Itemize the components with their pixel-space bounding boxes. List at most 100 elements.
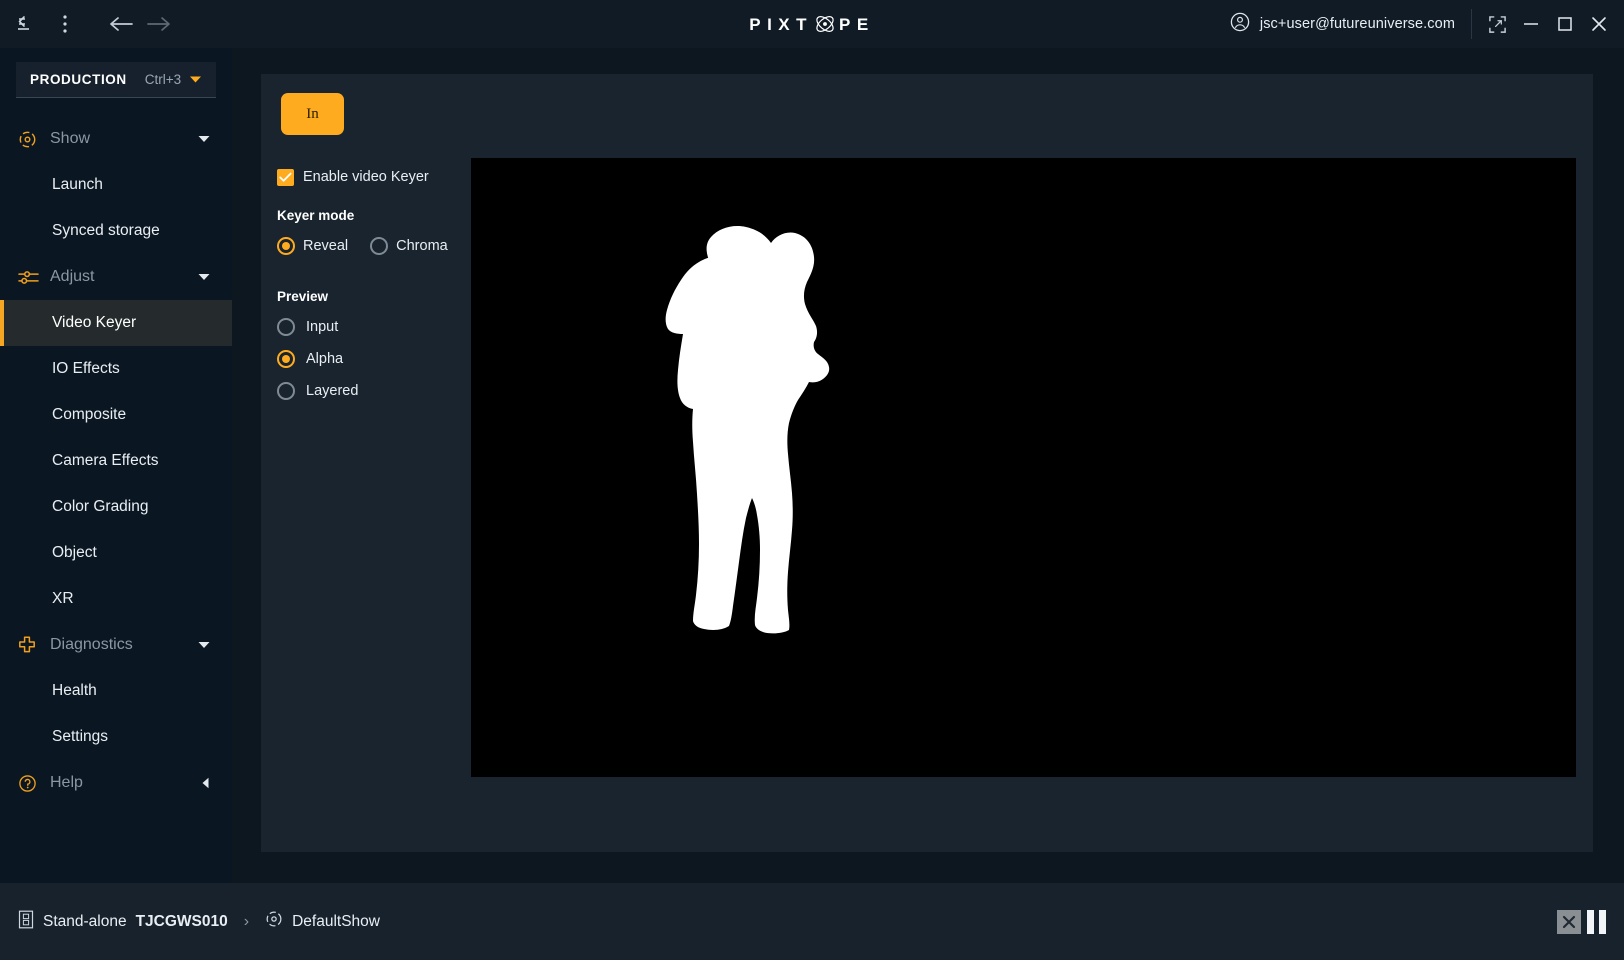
- chevron-down-icon[interactable]: [198, 641, 210, 649]
- sliders-icon: [18, 268, 44, 287]
- sidebar-item-label: Camera Effects: [52, 452, 159, 469]
- preview-title: Preview: [277, 289, 329, 304]
- production-shortcut: Ctrl+3: [144, 72, 182, 87]
- logo-text-right: PE: [839, 14, 875, 34]
- sidebar-group-label: Adjust: [50, 268, 95, 285]
- sidebar-item-label: Synced storage: [52, 222, 160, 239]
- keyer-mode-title: Keyer mode: [277, 208, 355, 223]
- chevron-down-icon[interactable]: [198, 273, 210, 281]
- sidebar-item-health[interactable]: Health: [0, 668, 232, 714]
- sidebar-group-label: Diagnostics: [50, 636, 133, 653]
- sidebar-nav: Show Launch Synced storage Adjust Video …: [0, 116, 232, 806]
- sidebar-item-label: Health: [52, 682, 97, 699]
- status-mode-label: Stand-alone: [43, 912, 127, 930]
- sidebar-item-label: XR: [52, 590, 74, 607]
- radio-reveal[interactable]: Reveal: [277, 237, 348, 255]
- sidebar-item-label: IO Effects: [52, 360, 120, 377]
- chevron-left-icon[interactable]: [201, 777, 210, 789]
- radio-chroma[interactable]: Chroma: [370, 237, 448, 255]
- sidebar-group-label: Show: [50, 130, 91, 147]
- title-bar-right-controls: jsc+user@futureuniverse.com: [1230, 0, 1624, 48]
- breadcrumb-separator: ›: [243, 912, 250, 930]
- minimize-icon[interactable]: [1516, 9, 1546, 39]
- title-bar-left-controls: [0, 0, 178, 48]
- radio-layered[interactable]: Layered: [277, 382, 467, 400]
- sidebar-item-camera-effects[interactable]: Camera Effects: [0, 438, 232, 484]
- radio-dot-icon: [370, 237, 389, 255]
- sidebar-item-label: Object: [52, 544, 97, 561]
- preview-section: Preview Input Alpha Layered: [277, 289, 467, 400]
- show-icon: [18, 130, 44, 149]
- in-tab-button[interactable]: In: [281, 93, 344, 135]
- pause-icon[interactable]: [1587, 909, 1606, 934]
- server-icon: [18, 910, 34, 934]
- show-icon: [265, 910, 283, 933]
- checkbox-checked-icon: [277, 168, 294, 186]
- keyer-mode-radio-group: Reveal Chroma: [277, 237, 467, 255]
- radio-input[interactable]: Input: [277, 318, 467, 336]
- logo-text-left: PIX: [749, 14, 797, 34]
- sidebar-item-object[interactable]: Object: [0, 530, 232, 576]
- sidebar-item-color-grading[interactable]: Color Grading: [0, 484, 232, 530]
- collapse-sidebar-icon[interactable]: [8, 5, 46, 43]
- sidebar-item-launch[interactable]: Launch: [0, 162, 232, 208]
- radio-dot-icon: [277, 237, 295, 255]
- radio-alpha[interactable]: Alpha: [277, 350, 467, 368]
- sidebar-item-xr[interactable]: XR: [0, 576, 232, 622]
- app-window: PIX T PE jsc+user@futureuniverse.com PRO…: [0, 0, 1624, 960]
- production-selector[interactable]: PRODUCTION Ctrl+3: [16, 62, 216, 98]
- status-machine-label: TJCGWS010: [135, 912, 228, 930]
- radio-label: Alpha: [306, 351, 344, 367]
- title-bar: PIX T PE jsc+user@futureuniverse.com: [0, 0, 1624, 48]
- radio-label: Input: [306, 319, 339, 335]
- logo-text-mid: T: [796, 14, 814, 34]
- status-breadcrumb: Stand-alone TJCGWS010 › DefaultShow: [18, 910, 380, 934]
- radio-dot-icon: [277, 350, 295, 368]
- arrow-forward-icon[interactable]: [140, 5, 178, 43]
- enable-video-keyer-label: Enable video Keyer: [303, 169, 429, 185]
- status-bar: Stand-alone TJCGWS010 › DefaultShow: [0, 883, 1624, 960]
- sidebar-item-settings[interactable]: Settings: [0, 714, 232, 760]
- maximize-icon[interactable]: [1550, 9, 1580, 39]
- sidebar-item-label: Video Keyer: [52, 314, 137, 331]
- arrow-back-icon[interactable]: [102, 5, 140, 43]
- help-circle-icon: [18, 774, 44, 793]
- alpha-matte-preview[interactable]: [471, 158, 1576, 777]
- atom-icon: [814, 13, 836, 35]
- sidebar-group-help[interactable]: Help: [0, 760, 232, 806]
- sidebar-item-synced-storage[interactable]: Synced storage: [0, 208, 232, 254]
- more-vertical-icon[interactable]: [46, 5, 84, 43]
- sidebar-group-diagnostics[interactable]: Diagnostics: [0, 622, 232, 668]
- sidebar-item-label: Settings: [52, 728, 109, 745]
- user-email-label: jsc+user@futureuniverse.com: [1259, 16, 1455, 32]
- keyer-controls: Enable video Keyer Keyer mode Reveal Chr…: [277, 166, 467, 414]
- sidebar-item-composite[interactable]: Composite: [0, 392, 232, 438]
- radio-label: Reveal: [303, 238, 349, 254]
- radio-dot-icon: [277, 318, 295, 336]
- sidebar-group-show[interactable]: Show: [0, 116, 232, 162]
- sidebar-item-label: Launch: [52, 176, 103, 193]
- radio-label: Chroma: [396, 238, 448, 254]
- user-account[interactable]: jsc+user@futureuniverse.com: [1230, 9, 1472, 39]
- window-buttons: [1482, 9, 1614, 39]
- sidebar: PRODUCTION Ctrl+3 Show Launch Synced sto…: [0, 48, 232, 883]
- sidebar-group-label: Help: [50, 774, 83, 791]
- stop-icon[interactable]: [1557, 909, 1581, 934]
- status-show-label: DefaultShow: [292, 912, 380, 930]
- chevron-down-icon[interactable]: [198, 135, 210, 143]
- medical-cross-icon: [18, 636, 44, 654]
- pause-bar-right: [1599, 909, 1606, 934]
- sidebar-item-label: Color Grading: [52, 498, 149, 515]
- radio-label: Layered: [306, 383, 359, 399]
- enable-video-keyer-checkbox[interactable]: Enable video Keyer: [277, 166, 467, 188]
- status-transport-controls: [1557, 909, 1606, 934]
- sidebar-item-video-keyer[interactable]: Video Keyer: [0, 300, 232, 346]
- user-account-icon: [1230, 12, 1250, 37]
- sidebar-group-adjust[interactable]: Adjust: [0, 254, 232, 300]
- close-icon[interactable]: [1584, 9, 1614, 39]
- main-content-panel: In Enable video Keyer Keyer mode Reveal: [261, 74, 1593, 852]
- sidebar-item-label: Composite: [52, 406, 127, 423]
- sidebar-item-io-effects[interactable]: IO Effects: [0, 346, 232, 392]
- capture-icon[interactable]: [1482, 9, 1512, 39]
- production-label: PRODUCTION: [30, 72, 127, 87]
